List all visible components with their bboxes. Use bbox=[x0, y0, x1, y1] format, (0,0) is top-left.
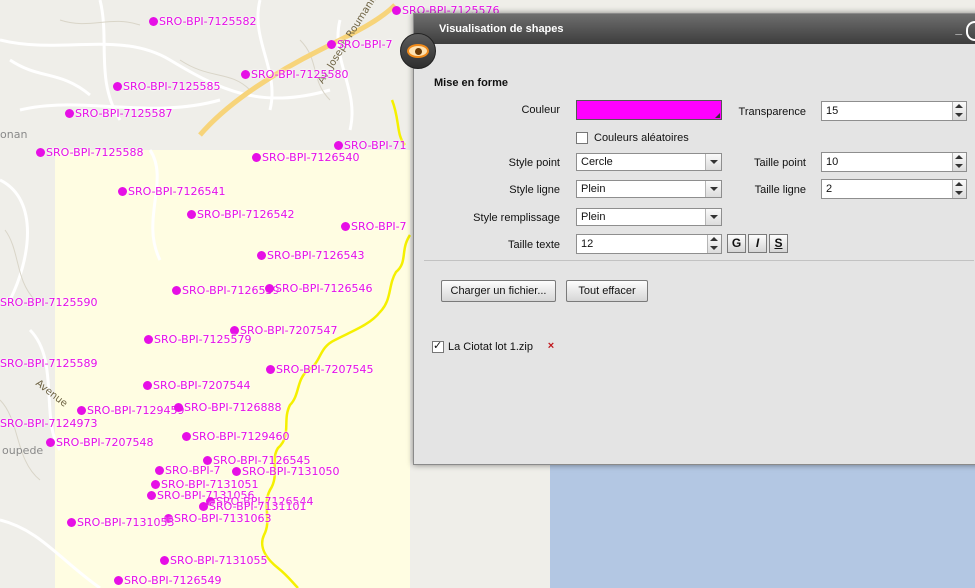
close-button[interactable] bbox=[966, 21, 975, 41]
map-point-label[interactable]: SRO-BPI-7125580 bbox=[241, 69, 349, 81]
map-point-label[interactable]: SRO-BPI-7131053 bbox=[67, 517, 175, 529]
remove-file-icon[interactable]: × bbox=[545, 340, 557, 352]
chevron-down-icon bbox=[705, 209, 721, 225]
map-point-label[interactable]: SRO-BPI-7126540 bbox=[252, 152, 360, 164]
line-style-select[interactable]: Plein bbox=[576, 180, 722, 198]
text-size-stepper[interactable]: 12 bbox=[576, 234, 722, 254]
map-point-label[interactable]: SRO-BPI-7207545 bbox=[266, 364, 374, 376]
point-size-value: 10 bbox=[826, 156, 839, 168]
sea-area bbox=[550, 463, 975, 588]
map-point-label[interactable]: SRO-BPI-7125589 bbox=[0, 358, 98, 370]
map-point-label[interactable]: SRO-BPI-7125585 bbox=[113, 81, 221, 93]
dialog-titlebar[interactable]: Visualisation de shapes _ bbox=[414, 14, 975, 44]
map-point-label[interactable]: SRO-BPI-7 bbox=[327, 39, 393, 51]
file-visibility-checkbox[interactable] bbox=[432, 339, 444, 353]
minimize-button[interactable]: _ bbox=[955, 14, 962, 44]
stepper-arrows-icon[interactable] bbox=[952, 153, 966, 171]
bold-button[interactable]: G bbox=[727, 234, 746, 253]
map-point-label[interactable]: SRO-BPI-7126542 bbox=[187, 209, 295, 221]
map-point-label[interactable]: SRO-BPI-7126541 bbox=[118, 186, 226, 198]
divider bbox=[424, 260, 974, 261]
map-point-label[interactable]: SRO-BPI-7 bbox=[341, 221, 407, 233]
point-size-stepper[interactable]: 10 bbox=[821, 152, 967, 172]
map-point-label[interactable]: SRO-BPI-7126546 bbox=[265, 283, 373, 295]
map-point-label[interactable]: SRO-BPI-7124973 bbox=[0, 418, 98, 430]
dialog-title: Visualisation de shapes bbox=[439, 23, 564, 35]
eye-icon bbox=[400, 33, 436, 69]
map-point-label[interactable]: SRO-BPI-7207548 bbox=[46, 437, 154, 449]
point-style-value: Cercle bbox=[581, 156, 613, 168]
transparency-stepper[interactable]: 15 bbox=[821, 101, 967, 121]
map-point-label[interactable]: SRO-BPI-7131050 bbox=[232, 466, 340, 478]
underline-button[interactable]: S bbox=[769, 234, 788, 253]
place-label: oupede bbox=[2, 444, 44, 457]
map-point-label[interactable]: SRO-BPI-7129459 bbox=[77, 405, 185, 417]
point-size-label: Taille point bbox=[754, 157, 806, 169]
place-label: onan bbox=[0, 128, 28, 141]
map-point-label[interactable]: SRO-BPI-7125582 bbox=[149, 16, 257, 28]
fill-style-label: Style remplissage bbox=[473, 212, 560, 224]
shapes-dialog: Visualisation de shapes _ Mise en forme … bbox=[400, 13, 975, 465]
clear-all-button[interactable]: Tout effacer bbox=[566, 280, 648, 302]
map-point-label[interactable]: SRO-BPI-7125590 bbox=[0, 297, 98, 309]
load-file-button[interactable]: Charger un fichier... bbox=[441, 280, 556, 302]
stepper-arrows-icon[interactable] bbox=[952, 102, 966, 120]
map-point-label[interactable]: SRO-BPI-7126888 bbox=[174, 402, 282, 414]
map-point-label[interactable]: SRO-BPI-7131063 bbox=[164, 513, 272, 525]
text-size-value: 12 bbox=[581, 238, 594, 250]
random-colors-label: Couleurs aléatoires bbox=[594, 132, 689, 144]
map-point-label[interactable]: SRO-BPI-7126543 bbox=[257, 250, 365, 262]
text-size-label: Taille texte bbox=[508, 239, 560, 251]
map-point-label[interactable]: SRO-BPI-7131055 bbox=[160, 555, 268, 567]
point-style-label: Style point bbox=[508, 157, 560, 169]
map-point-label[interactable]: SRO-BPI-7129460 bbox=[182, 431, 290, 443]
section-title: Mise en forme bbox=[434, 77, 508, 89]
line-size-label: Taille ligne bbox=[754, 184, 806, 196]
line-size-stepper[interactable]: 2 bbox=[821, 179, 967, 199]
map-point-label[interactable]: SRO-BPI-7125579 bbox=[144, 334, 252, 346]
line-style-value: Plein bbox=[581, 183, 606, 195]
stepper-arrows-icon[interactable] bbox=[952, 180, 966, 198]
map-point-label[interactable]: SRO-BPI-7126539 bbox=[172, 285, 280, 297]
map-point-label[interactable]: SRO-BPI-7125587 bbox=[65, 108, 173, 120]
color-label: Couleur bbox=[521, 104, 560, 116]
stepper-arrows-icon[interactable] bbox=[707, 235, 721, 253]
italic-button[interactable]: I bbox=[748, 234, 767, 253]
map-point-label[interactable]: SRO-BPI-7207544 bbox=[143, 380, 251, 392]
map-point-label[interactable]: SRO-BPI-7126549 bbox=[114, 575, 222, 587]
map-point-label[interactable]: SRO-BPI-7 bbox=[155, 465, 221, 477]
random-colors-checkbox[interactable] bbox=[576, 132, 588, 144]
fill-style-value: Plein bbox=[581, 211, 606, 223]
color-picker[interactable] bbox=[576, 100, 722, 120]
line-size-value: 2 bbox=[826, 183, 833, 195]
transparency-label: Transparence bbox=[738, 106, 806, 118]
fill-style-select[interactable]: Plein bbox=[576, 208, 722, 226]
file-name: La Ciotat lot 1.zip bbox=[448, 341, 533, 353]
line-style-label: Style ligne bbox=[509, 184, 560, 196]
point-style-select[interactable]: Cercle bbox=[576, 153, 722, 171]
transparency-value: 15 bbox=[826, 105, 839, 117]
map-point-label[interactable]: SRO-BPI-7125588 bbox=[36, 147, 144, 159]
